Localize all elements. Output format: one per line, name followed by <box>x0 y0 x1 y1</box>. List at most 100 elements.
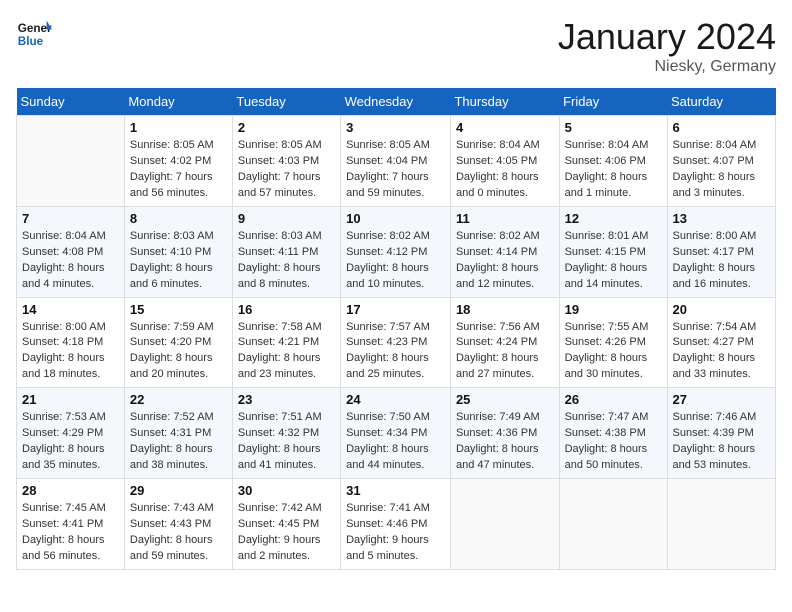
day-number: 20 <box>673 302 770 317</box>
day-info: Sunrise: 7:49 AMSunset: 4:36 PMDaylight:… <box>456 410 554 474</box>
day-header-friday: Friday <box>559 88 667 116</box>
day-info: Sunrise: 8:05 AMSunset: 4:02 PMDaylight:… <box>130 138 227 202</box>
day-number: 22 <box>130 392 227 407</box>
day-header-thursday: Thursday <box>450 88 559 116</box>
calendar-cell: 15 Sunrise: 7:59 AMSunset: 4:20 PMDaylig… <box>124 297 232 388</box>
day-number: 24 <box>346 392 445 407</box>
day-header-tuesday: Tuesday <box>232 88 340 116</box>
calendar-cell: 30 Sunrise: 7:42 AMSunset: 4:45 PMDaylig… <box>232 479 340 570</box>
calendar-cell: 22 Sunrise: 7:52 AMSunset: 4:31 PMDaylig… <box>124 388 232 479</box>
day-number: 12 <box>565 211 662 226</box>
day-header-wednesday: Wednesday <box>341 88 451 116</box>
day-number: 13 <box>673 211 770 226</box>
calendar-cell: 23 Sunrise: 7:51 AMSunset: 4:32 PMDaylig… <box>232 388 340 479</box>
day-number: 21 <box>22 392 119 407</box>
day-info: Sunrise: 7:47 AMSunset: 4:38 PMDaylight:… <box>565 410 662 474</box>
calendar-week-row: 28 Sunrise: 7:45 AMSunset: 4:41 PMDaylig… <box>17 479 776 570</box>
day-info: Sunrise: 8:02 AMSunset: 4:14 PMDaylight:… <box>456 229 554 293</box>
calendar-cell: 7 Sunrise: 8:04 AMSunset: 4:08 PMDayligh… <box>17 206 125 297</box>
calendar-cell: 3 Sunrise: 8:05 AMSunset: 4:04 PMDayligh… <box>341 116 451 207</box>
day-info: Sunrise: 7:43 AMSunset: 4:43 PMDaylight:… <box>130 501 227 565</box>
day-number: 9 <box>238 211 335 226</box>
day-info: Sunrise: 8:04 AMSunset: 4:07 PMDaylight:… <box>673 138 770 202</box>
day-info: Sunrise: 7:41 AMSunset: 4:46 PMDaylight:… <box>346 501 445 565</box>
calendar-cell: 28 Sunrise: 7:45 AMSunset: 4:41 PMDaylig… <box>17 479 125 570</box>
title-block: January 2024 Niesky, Germany <box>558 16 776 76</box>
day-info: Sunrise: 7:53 AMSunset: 4:29 PMDaylight:… <box>22 410 119 474</box>
day-header-monday: Monday <box>124 88 232 116</box>
day-info: Sunrise: 8:02 AMSunset: 4:12 PMDaylight:… <box>346 229 445 293</box>
calendar-cell: 26 Sunrise: 7:47 AMSunset: 4:38 PMDaylig… <box>559 388 667 479</box>
day-number: 11 <box>456 211 554 226</box>
day-number: 31 <box>346 483 445 498</box>
day-info: Sunrise: 7:58 AMSunset: 4:21 PMDaylight:… <box>238 320 335 384</box>
day-info: Sunrise: 8:00 AMSunset: 4:18 PMDaylight:… <box>22 320 119 384</box>
calendar-cell <box>17 116 125 207</box>
day-number: 5 <box>565 120 662 135</box>
day-info: Sunrise: 8:04 AMSunset: 4:06 PMDaylight:… <box>565 138 662 202</box>
calendar-cell: 14 Sunrise: 8:00 AMSunset: 4:18 PMDaylig… <box>17 297 125 388</box>
svg-text:Blue: Blue <box>18 35 44 48</box>
day-number: 26 <box>565 392 662 407</box>
day-info: Sunrise: 7:55 AMSunset: 4:26 PMDaylight:… <box>565 320 662 384</box>
calendar-cell <box>450 479 559 570</box>
day-number: 18 <box>456 302 554 317</box>
calendar-cell: 21 Sunrise: 7:53 AMSunset: 4:29 PMDaylig… <box>17 388 125 479</box>
day-header-sunday: Sunday <box>17 88 125 116</box>
day-info: Sunrise: 8:03 AMSunset: 4:11 PMDaylight:… <box>238 229 335 293</box>
day-number: 8 <box>130 211 227 226</box>
day-info: Sunrise: 7:45 AMSunset: 4:41 PMDaylight:… <box>22 501 119 565</box>
day-number: 15 <box>130 302 227 317</box>
day-info: Sunrise: 7:54 AMSunset: 4:27 PMDaylight:… <box>673 320 770 384</box>
day-number: 2 <box>238 120 335 135</box>
day-info: Sunrise: 7:57 AMSunset: 4:23 PMDaylight:… <box>346 320 445 384</box>
day-info: Sunrise: 8:04 AMSunset: 4:05 PMDaylight:… <box>456 138 554 202</box>
calendar-week-row: 7 Sunrise: 8:04 AMSunset: 4:08 PMDayligh… <box>17 206 776 297</box>
day-number: 6 <box>673 120 770 135</box>
day-info: Sunrise: 8:05 AMSunset: 4:04 PMDaylight:… <box>346 138 445 202</box>
day-info: Sunrise: 8:05 AMSunset: 4:03 PMDaylight:… <box>238 138 335 202</box>
calendar-cell: 10 Sunrise: 8:02 AMSunset: 4:12 PMDaylig… <box>341 206 451 297</box>
day-number: 14 <box>22 302 119 317</box>
calendar-cell: 29 Sunrise: 7:43 AMSunset: 4:43 PMDaylig… <box>124 479 232 570</box>
day-info: Sunrise: 8:01 AMSunset: 4:15 PMDaylight:… <box>565 229 662 293</box>
calendar-header-row: SundayMondayTuesdayWednesdayThursdayFrid… <box>17 88 776 116</box>
calendar-cell: 31 Sunrise: 7:41 AMSunset: 4:46 PMDaylig… <box>341 479 451 570</box>
day-info: Sunrise: 7:51 AMSunset: 4:32 PMDaylight:… <box>238 410 335 474</box>
calendar-cell: 17 Sunrise: 7:57 AMSunset: 4:23 PMDaylig… <box>341 297 451 388</box>
day-number: 29 <box>130 483 227 498</box>
day-info: Sunrise: 8:00 AMSunset: 4:17 PMDaylight:… <box>673 229 770 293</box>
page-header: General Blue January 2024 Niesky, German… <box>16 16 776 76</box>
day-number: 30 <box>238 483 335 498</box>
day-header-saturday: Saturday <box>667 88 775 116</box>
day-number: 1 <box>130 120 227 135</box>
calendar-cell: 4 Sunrise: 8:04 AMSunset: 4:05 PMDayligh… <box>450 116 559 207</box>
calendar-table: SundayMondayTuesdayWednesdayThursdayFrid… <box>16 88 776 570</box>
day-number: 23 <box>238 392 335 407</box>
day-info: Sunrise: 7:42 AMSunset: 4:45 PMDaylight:… <box>238 501 335 565</box>
calendar-cell: 19 Sunrise: 7:55 AMSunset: 4:26 PMDaylig… <box>559 297 667 388</box>
day-info: Sunrise: 8:03 AMSunset: 4:10 PMDaylight:… <box>130 229 227 293</box>
calendar-week-row: 21 Sunrise: 7:53 AMSunset: 4:29 PMDaylig… <box>17 388 776 479</box>
calendar-cell: 6 Sunrise: 8:04 AMSunset: 4:07 PMDayligh… <box>667 116 775 207</box>
day-number: 19 <box>565 302 662 317</box>
calendar-cell: 27 Sunrise: 7:46 AMSunset: 4:39 PMDaylig… <box>667 388 775 479</box>
calendar-cell: 2 Sunrise: 8:05 AMSunset: 4:03 PMDayligh… <box>232 116 340 207</box>
location: Niesky, Germany <box>558 58 776 76</box>
calendar-cell: 13 Sunrise: 8:00 AMSunset: 4:17 PMDaylig… <box>667 206 775 297</box>
day-info: Sunrise: 7:59 AMSunset: 4:20 PMDaylight:… <box>130 320 227 384</box>
calendar-week-row: 14 Sunrise: 8:00 AMSunset: 4:18 PMDaylig… <box>17 297 776 388</box>
calendar-cell: 12 Sunrise: 8:01 AMSunset: 4:15 PMDaylig… <box>559 206 667 297</box>
day-info: Sunrise: 7:50 AMSunset: 4:34 PMDaylight:… <box>346 410 445 474</box>
day-info: Sunrise: 7:52 AMSunset: 4:31 PMDaylight:… <box>130 410 227 474</box>
calendar-cell: 1 Sunrise: 8:05 AMSunset: 4:02 PMDayligh… <box>124 116 232 207</box>
calendar-cell: 9 Sunrise: 8:03 AMSunset: 4:11 PMDayligh… <box>232 206 340 297</box>
day-number: 25 <box>456 392 554 407</box>
calendar-cell <box>559 479 667 570</box>
calendar-cell: 20 Sunrise: 7:54 AMSunset: 4:27 PMDaylig… <box>667 297 775 388</box>
month-title: January 2024 <box>558 16 776 58</box>
logo: General Blue <box>16 16 52 52</box>
day-number: 16 <box>238 302 335 317</box>
day-number: 7 <box>22 211 119 226</box>
day-number: 28 <box>22 483 119 498</box>
